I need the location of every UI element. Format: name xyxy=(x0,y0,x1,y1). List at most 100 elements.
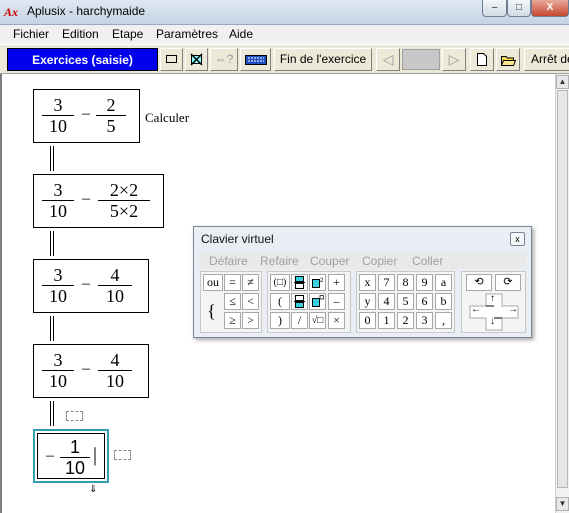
fraction-template-icon xyxy=(294,276,305,289)
folder-icon xyxy=(500,56,516,66)
next-button[interactable]: ▷ xyxy=(442,48,466,71)
vertical-scrollbar[interactable]: ▲ ▼ xyxy=(555,74,569,513)
power-template-icon xyxy=(312,295,324,307)
key-less[interactable]: < xyxy=(242,293,259,310)
key-open-paren[interactable]: ( xyxy=(270,293,290,310)
key-square-root[interactable]: √□ xyxy=(309,312,326,329)
menu-fichier[interactable]: Fichier xyxy=(13,27,49,41)
key-x[interactable]: x xyxy=(359,274,376,291)
rectangle-tool-button[interactable] xyxy=(160,48,183,71)
key-9[interactable]: 9 xyxy=(416,274,433,291)
minus-operator: – xyxy=(82,190,90,207)
square-template-icon: 2 xyxy=(312,278,324,288)
key-parenthesize[interactable]: (□) xyxy=(270,274,290,291)
toolbar: Exercices (saisie) ⇔? Fin de l'exercice … xyxy=(0,44,569,74)
key-square[interactable]: 2 xyxy=(309,274,326,291)
instruction-label: Calculer xyxy=(145,110,190,125)
key-equals[interactable]: = xyxy=(224,274,241,291)
undo-menu-item[interactable]: Défaire xyxy=(209,254,248,268)
key-fraction-bottom[interactable] xyxy=(291,293,308,310)
menu-aide[interactable]: Aide xyxy=(229,27,253,41)
stop-button[interactable]: Arrêt de xyxy=(524,48,569,71)
key-comma[interactable]: , xyxy=(435,312,452,329)
key-2[interactable]: 2 xyxy=(397,312,414,329)
arrow-up-icon[interactable]: ↑ xyxy=(490,293,495,304)
fraction-left: 3 10 xyxy=(42,350,74,391)
previous-button[interactable]: ◁ xyxy=(376,48,400,71)
new-document-button[interactable] xyxy=(470,48,494,71)
navigation-panel: ⟲ ⟳ ↑ ← → ↓ xyxy=(461,271,526,333)
empty-relation-placeholder[interactable] xyxy=(66,411,83,421)
empty-label-placeholder[interactable] xyxy=(114,450,131,460)
arrow-left-icon[interactable]: ← xyxy=(471,304,481,315)
fraction-right: 2×2 5×2 xyxy=(98,180,150,221)
scroll-thumb[interactable] xyxy=(557,90,568,488)
virtual-keyboard-menu: Défaire Refaire Couper Copier Coller xyxy=(199,252,526,269)
key-or[interactable]: ou xyxy=(203,274,223,291)
menu-parametres[interactable]: Paramètres xyxy=(156,27,218,41)
operators-panel: (□) 2 + ( – ) / √□ × xyxy=(267,271,351,333)
virtual-keyboard-title: Clavier virtuel xyxy=(201,232,274,246)
key-times[interactable]: × xyxy=(328,312,345,329)
virtual-keyboard-close-button[interactable]: x xyxy=(510,232,525,246)
arrow-down-icon[interactable]: ↓ xyxy=(490,316,495,327)
key-minus[interactable]: – xyxy=(328,293,345,310)
fraction-left: 3 10 xyxy=(42,265,74,306)
key-power[interactable] xyxy=(309,293,326,310)
menu-edition[interactable]: Edition xyxy=(62,27,99,41)
menu-etape[interactable]: Etape xyxy=(112,27,143,41)
key-greater-equal[interactable]: ≥ xyxy=(224,312,241,329)
expression-step-4[interactable]: 3 10 – 4 10 xyxy=(33,344,149,398)
equivalence-marker xyxy=(50,316,54,341)
equivalence-help-button[interactable]: ⇔? xyxy=(210,48,238,71)
keyboard-toggle-button[interactable] xyxy=(240,48,271,71)
minus-operator: – xyxy=(46,447,54,464)
key-rotate-left[interactable]: ⟲ xyxy=(466,274,492,291)
fraction-denominator-icon xyxy=(294,295,305,308)
key-3[interactable]: 3 xyxy=(416,312,433,329)
clear-box-button[interactable] xyxy=(185,48,208,71)
key-not-equal[interactable]: ≠ xyxy=(242,274,259,291)
redo-menu-item[interactable]: Refaire xyxy=(260,254,299,268)
relations-panel: ou = ≠ { ≤ < ≥ > xyxy=(200,271,262,333)
expression-step-3[interactable]: 3 10 – 4 10 xyxy=(33,259,149,313)
expression-step-2[interactable]: 3 10 – 2×2 5×2 xyxy=(33,174,164,228)
maximize-button[interactable]: □ xyxy=(507,0,531,17)
key-0[interactable]: 0 xyxy=(359,312,376,329)
key-a[interactable]: a xyxy=(435,274,452,291)
open-folder-button[interactable] xyxy=(496,48,520,71)
fraction-right: 4 10 xyxy=(98,265,132,306)
close-button[interactable]: X xyxy=(531,0,569,17)
minimize-button[interactable]: – xyxy=(482,0,507,17)
key-b[interactable]: b xyxy=(435,293,452,310)
expression-step-5-selected[interactable]: – 1 10 | xyxy=(33,429,109,483)
paste-menu-item[interactable]: Coller xyxy=(412,254,443,268)
scroll-up-button[interactable]: ▲ xyxy=(556,75,569,89)
rectangle-icon xyxy=(166,55,177,63)
insert-cursor-icon: ⇓ xyxy=(89,484,98,495)
key-plus[interactable]: + xyxy=(328,274,345,291)
keyboard-icon xyxy=(244,55,267,65)
key-slash[interactable]: / xyxy=(291,312,308,329)
key-fraction[interactable] xyxy=(291,274,308,291)
key-1[interactable]: 1 xyxy=(378,312,395,329)
key-y[interactable]: y xyxy=(359,293,376,310)
key-less-equal[interactable]: ≤ xyxy=(224,293,241,310)
key-close-paren[interactable]: ) xyxy=(270,312,290,329)
key-8[interactable]: 8 xyxy=(397,274,414,291)
cut-menu-item[interactable]: Couper xyxy=(310,254,349,268)
key-6[interactable]: 6 xyxy=(416,293,433,310)
key-brace[interactable]: { xyxy=(203,293,220,329)
arrow-right-icon[interactable]: → xyxy=(508,304,518,315)
expression-step-1[interactable]: 3 10 – 25 xyxy=(33,89,140,143)
end-exercise-button[interactable]: Fin de l'exercice xyxy=(274,48,372,71)
expression-edit-area[interactable]: – 1 10 | xyxy=(37,433,105,479)
key-rotate-right[interactable]: ⟳ xyxy=(495,274,521,291)
key-5[interactable]: 5 xyxy=(397,293,414,310)
key-greater[interactable]: > xyxy=(242,312,259,329)
scroll-down-button[interactable]: ▼ xyxy=(556,497,569,511)
key-7[interactable]: 7 xyxy=(378,274,395,291)
copy-menu-item[interactable]: Copier xyxy=(362,254,397,268)
equivalence-marker xyxy=(50,231,54,256)
key-4[interactable]: 4 xyxy=(378,293,395,310)
